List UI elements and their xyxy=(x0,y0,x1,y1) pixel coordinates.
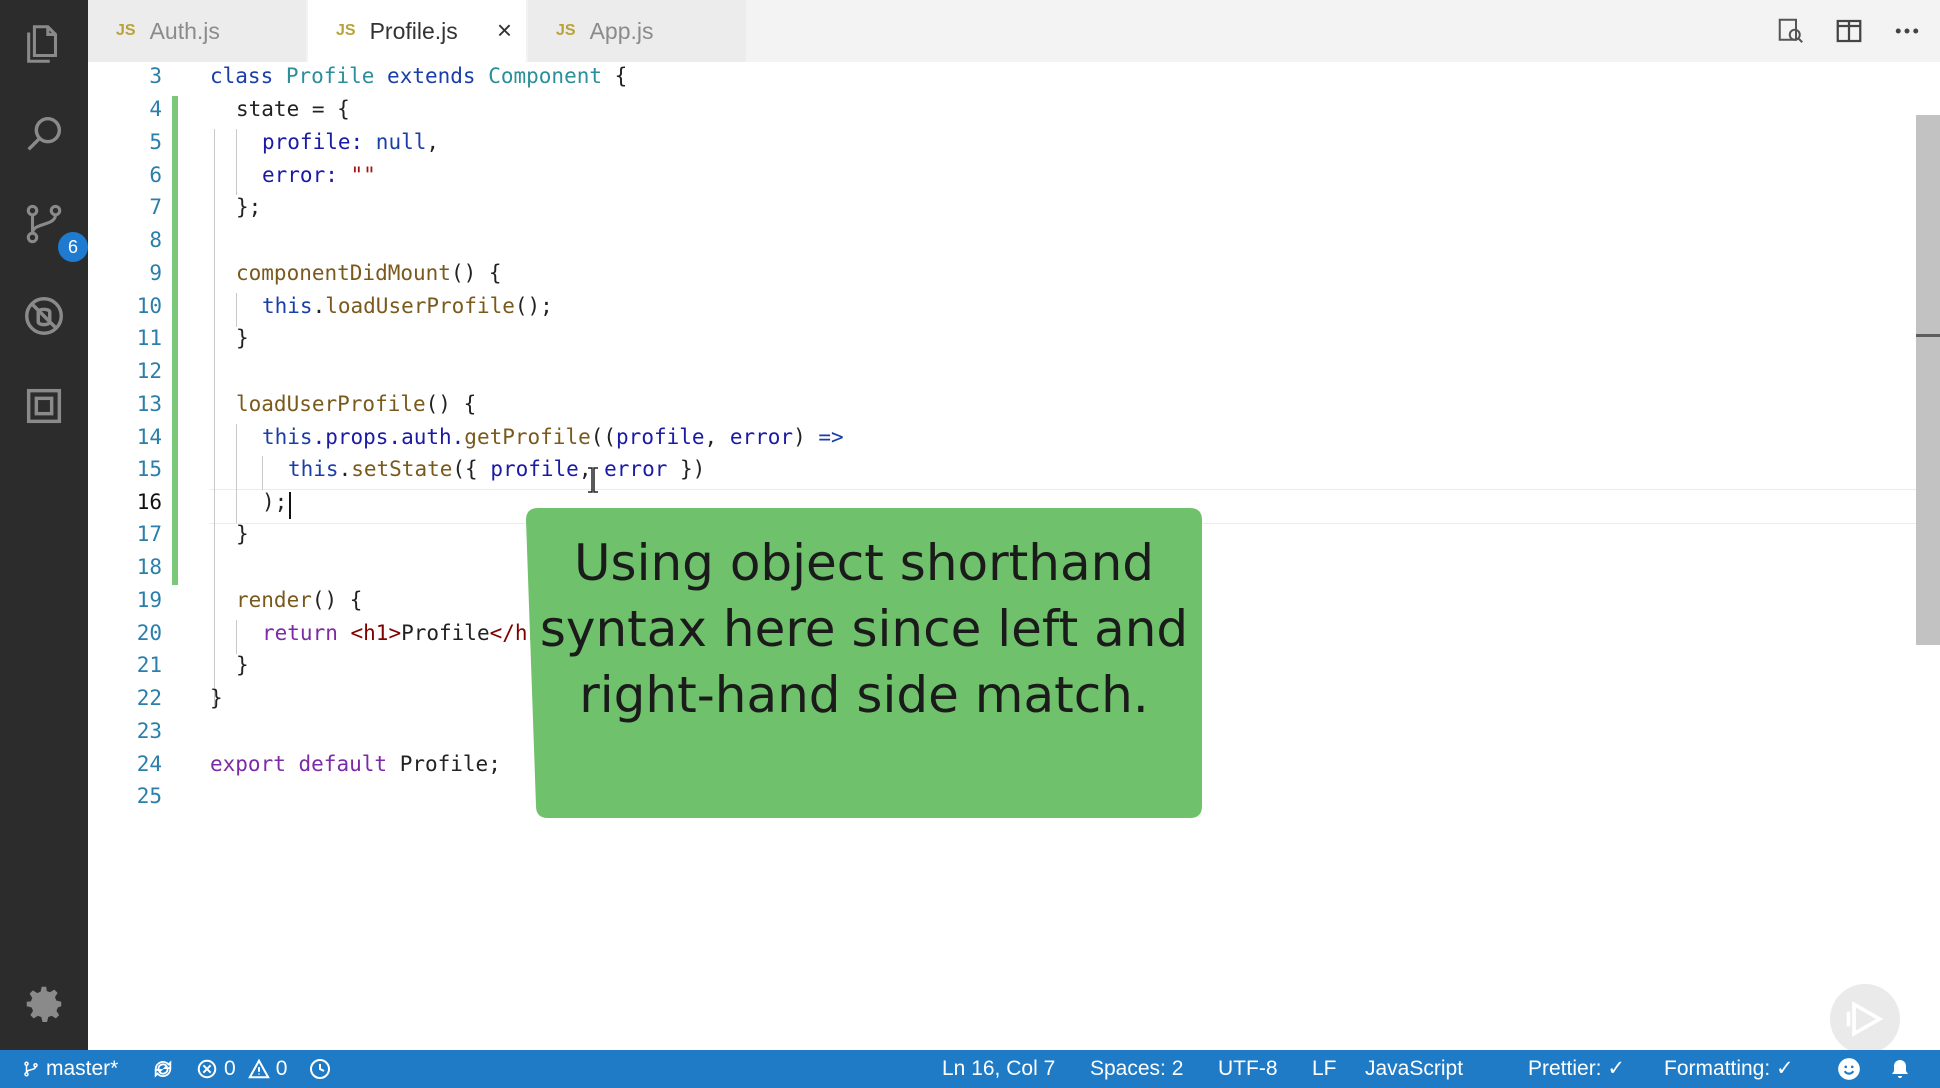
warning-count: 0 xyxy=(275,1057,288,1080)
line-number: 9 xyxy=(149,261,162,285)
js-file-icon: JS xyxy=(556,22,576,39)
split-editor-icon[interactable] xyxy=(1830,12,1868,50)
code-line: this.props.auth.getProfile((profile, err… xyxy=(262,425,844,449)
tab-auth-js[interactable]: JS Auth.js xyxy=(88,0,306,62)
line-number-current: 16 xyxy=(136,490,162,514)
problems-status[interactable]: 0 0 xyxy=(196,1050,287,1088)
line-number: 19 xyxy=(136,588,162,612)
editor-scrollbar[interactable] xyxy=(1916,115,1940,645)
indent-guide xyxy=(236,424,237,523)
code-line: export default Profile; xyxy=(210,752,501,776)
code-line: return <h1>Profile</h1> xyxy=(262,621,553,645)
sync-icon xyxy=(154,1060,172,1078)
activity-bar: 6 xyxy=(0,0,88,1050)
clock-icon xyxy=(310,1059,330,1079)
indentation-setting[interactable]: Spaces: 2 xyxy=(1090,1050,1183,1088)
code-line: error: "" xyxy=(262,163,376,187)
line-number: 18 xyxy=(136,555,162,579)
code-line: this.loadUserProfile(); xyxy=(262,294,553,318)
debug-icon[interactable] xyxy=(14,286,74,346)
code-line: ); xyxy=(262,490,288,514)
tab-label: App.js xyxy=(589,17,654,44)
tab-app-js[interactable]: JS App.js xyxy=(528,0,746,62)
line-number: 12 xyxy=(136,359,162,383)
line-number: 11 xyxy=(136,326,162,350)
encoding-setting[interactable]: UTF-8 xyxy=(1218,1050,1278,1088)
status-bar: master* 0 0 Ln 16, Col 7 Spaces: 2 UTF-8… xyxy=(0,1050,1940,1088)
line-number: 8 xyxy=(149,228,162,252)
cursor-position[interactable]: Ln 16, Col 7 xyxy=(942,1050,1055,1088)
code-line: profile: null, xyxy=(262,130,440,154)
more-actions-icon[interactable] xyxy=(1888,12,1926,50)
sync-button[interactable] xyxy=(152,1050,180,1088)
code-line: this.setState({ profile, error }) xyxy=(288,457,706,481)
git-modified-gutter xyxy=(172,96,178,585)
notifications-bell-icon[interactable] xyxy=(1888,1050,1918,1088)
indent-guide xyxy=(214,129,215,706)
open-changes-icon[interactable] xyxy=(1772,12,1810,50)
editor-tab-bar: JS Auth.js JS Profile.js × JS App.js xyxy=(88,0,1940,63)
line-number: 7 xyxy=(149,195,162,219)
code-line: render() { xyxy=(236,588,363,612)
indent-guide xyxy=(262,456,263,490)
js-file-icon: JS xyxy=(116,22,136,39)
line-number: 24 xyxy=(136,752,162,776)
branch-status[interactable]: master* xyxy=(22,1050,118,1088)
timer-button[interactable] xyxy=(308,1050,338,1088)
eol-setting[interactable]: LF xyxy=(1312,1050,1337,1088)
js-file-icon: JS xyxy=(336,22,356,39)
code-line: } xyxy=(236,326,249,350)
settings-gear-icon[interactable] xyxy=(14,974,74,1034)
line-number: 22 xyxy=(136,686,162,710)
error-icon xyxy=(197,1059,217,1079)
close-tab-icon[interactable]: × xyxy=(497,16,512,44)
line-number: 10 xyxy=(136,294,162,318)
source-control-badge: 6 xyxy=(58,232,88,262)
language-mode[interactable]: JavaScript xyxy=(1365,1050,1463,1088)
code-line: componentDidMount() { xyxy=(236,261,502,285)
text-cursor xyxy=(289,492,291,519)
code-line: } xyxy=(236,653,249,677)
scrollbar-cursor-marker xyxy=(1916,334,1940,337)
prettier-status[interactable]: Prettier: ✓ xyxy=(1528,1050,1625,1088)
indent-guide xyxy=(236,129,237,195)
code-line: class Profile extends Component { xyxy=(210,64,628,88)
tab-label: Profile.js xyxy=(369,17,458,44)
line-number: 23 xyxy=(136,719,162,743)
line-number: 4 xyxy=(149,97,162,121)
branch-name: master* xyxy=(46,1057,119,1080)
error-count: 0 xyxy=(224,1057,236,1080)
line-number: 3 xyxy=(149,64,162,88)
play-button[interactable] xyxy=(1830,984,1900,1054)
code-line: state = { xyxy=(236,97,350,121)
explorer-icon[interactable] xyxy=(14,14,74,74)
code-line: loadUserProfile() { xyxy=(236,392,477,416)
code-line: } xyxy=(210,686,223,710)
search-icon[interactable] xyxy=(14,104,74,164)
formatting-status[interactable]: Formatting: ✓ xyxy=(1664,1050,1794,1088)
line-number: 13 xyxy=(136,392,162,416)
line-number: 25 xyxy=(136,784,162,808)
callout-text: Using object shorthand syntax here since… xyxy=(539,534,1189,724)
code-line: }; xyxy=(236,195,262,219)
line-number: 17 xyxy=(136,522,162,546)
line-number: 5 xyxy=(149,130,162,154)
line-number: 20 xyxy=(136,621,162,645)
source-control-icon[interactable]: 6 xyxy=(14,194,88,262)
code-line: } xyxy=(236,522,249,546)
tab-label: Auth.js xyxy=(149,17,220,44)
git-branch-icon xyxy=(24,1061,38,1077)
i-beam-cursor-icon xyxy=(588,467,598,493)
extensions-icon[interactable] xyxy=(14,376,74,436)
line-number: 6 xyxy=(149,163,162,187)
warning-icon xyxy=(247,1058,270,1079)
line-number: 14 xyxy=(136,425,162,449)
tab-profile-js[interactable]: JS Profile.js × xyxy=(308,0,526,62)
line-number: 15 xyxy=(136,457,162,481)
feedback-smiley-icon[interactable] xyxy=(1836,1050,1868,1088)
line-number: 21 xyxy=(136,653,162,677)
